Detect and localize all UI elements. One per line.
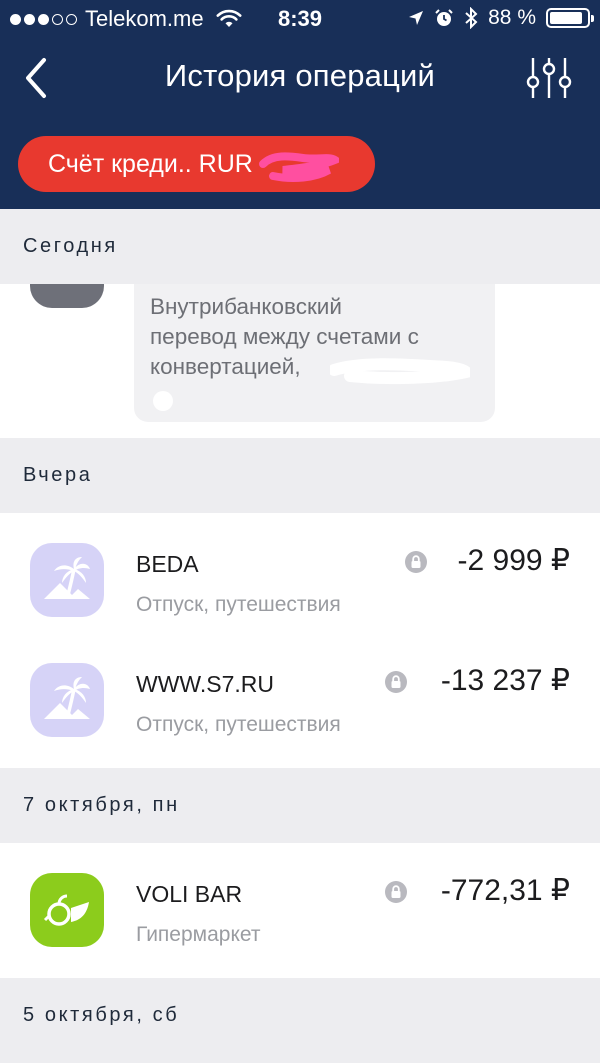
category-label: Отпуск, путешествия xyxy=(136,713,341,736)
section-header-oct5: 5 октября, сб xyxy=(0,978,600,1063)
redacted-mark xyxy=(258,152,339,182)
section-title: Сегодня xyxy=(23,235,118,257)
battery-icon xyxy=(546,8,594,28)
category-label: Гипермаркет xyxy=(136,923,261,946)
status-bar: Telekom.me 8:39 88 % xyxy=(0,0,600,38)
lock-icon xyxy=(405,551,427,573)
sliders-icon xyxy=(526,58,572,98)
lock-icon xyxy=(385,881,407,903)
transaction-row[interactable]: WWW.S7.RU Отпуск, путешествия -13 237 ₽ xyxy=(0,663,600,783)
section-title: 7 октября, пн xyxy=(23,794,180,816)
redacted-mark xyxy=(153,391,173,411)
bluetooth-icon xyxy=(465,7,478,29)
page-title: История операций xyxy=(164,58,436,93)
account-label: Счёт креди.. RUR xyxy=(48,149,253,178)
transaction-row[interactable]: VOLI BAR Гипермаркет -772,31 ₽ xyxy=(0,873,600,993)
section-title: 5 октября, сб xyxy=(23,1004,180,1026)
section-header-oct7: 7 октября, пн xyxy=(0,768,600,843)
grocery-basket-icon xyxy=(30,873,104,947)
oct7-card: VOLI BAR Гипермаркет -772,31 ₽ xyxy=(0,843,600,978)
merchant-name: VOLI BAR xyxy=(136,881,243,907)
description-line: Внутрибанковский xyxy=(150,294,342,319)
lock-icon xyxy=(385,671,407,693)
account-selector[interactable]: Счёт креди.. RUR xyxy=(18,136,375,192)
transaction-amount: -772,31 ₽ xyxy=(440,874,570,907)
nav-bar: История операций xyxy=(0,38,600,118)
section-header-yesterday: Вчера xyxy=(0,438,600,513)
palm-tree-icon xyxy=(30,543,104,617)
redacted-mark xyxy=(330,358,470,385)
transaction-amount: -2 999 ₽ xyxy=(457,544,571,577)
description-line: перевод между счетами с xyxy=(150,324,419,349)
header: Telekom.me 8:39 88 % История операций Сч… xyxy=(0,0,600,209)
section-title: Вчера xyxy=(23,464,93,486)
merchant-name: WWW.S7.RU xyxy=(136,671,274,697)
section-header-today: Сегодня xyxy=(0,209,600,284)
yesterday-card: BEDA Отпуск, путешествия -2 999 ₽ WWW.S7… xyxy=(0,513,600,768)
palm-tree-icon xyxy=(30,663,104,737)
transaction-amount: -13 237 ₽ xyxy=(440,664,570,697)
transfer-icon xyxy=(30,284,104,308)
category-label: Отпуск, путешествия xyxy=(136,593,341,616)
location-arrow-icon xyxy=(409,11,424,25)
merchant-name: BEDA xyxy=(136,551,199,577)
transaction-row[interactable]: BEDA Отпуск, путешествия -2 999 ₽ xyxy=(0,543,600,663)
battery-percent: 88 % xyxy=(488,6,536,29)
alarm-clock-icon xyxy=(435,9,453,26)
transfer-description[interactable]: Внутрибанковский перевод между счетами с… xyxy=(134,284,495,422)
filter-button[interactable] xyxy=(524,54,574,102)
